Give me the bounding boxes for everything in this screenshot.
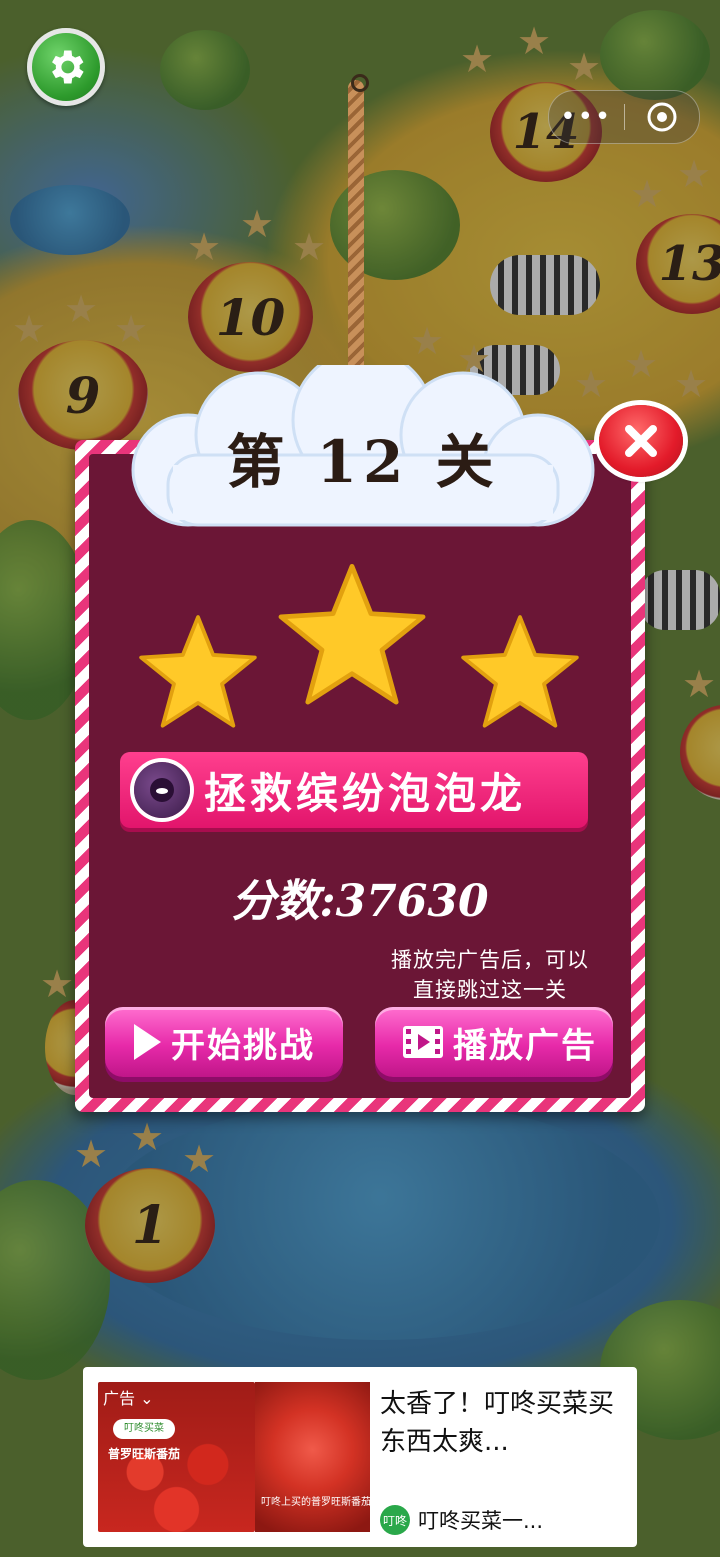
rating-star-2-icon	[278, 563, 426, 705]
avatar	[134, 762, 190, 818]
close-button[interactable]	[599, 405, 683, 477]
ad-caption: 叮咚上买的普罗旺斯番茄	[261, 1497, 371, 1508]
skip-hint: 播放完广告后，可以 直接跳过这一关	[360, 945, 620, 1005]
gear-icon	[52, 50, 84, 84]
ad-source-logo: 叮咚	[380, 1505, 410, 1535]
player-nickname: 拯救缤纷泡泡龙	[204, 768, 527, 818]
skip-hint-line-1: 播放完广告后，可以	[391, 948, 589, 972]
skip-hint-line-2: 直接跳过这一关	[413, 978, 567, 1002]
target-icon	[647, 102, 677, 132]
ad-source-name: 叮咚买菜一...	[418, 1509, 544, 1533]
ad-brand-badge: 叮咚买菜	[113, 1419, 175, 1439]
more-menu-button[interactable]: •••	[549, 102, 624, 132]
rating-star-1-icon	[139, 615, 257, 728]
ad-tag[interactable]: 广告 ⌄	[103, 1385, 154, 1409]
play-ad-label: 播放广告	[453, 1025, 597, 1066]
play-icon	[131, 1022, 163, 1062]
avatar-icon	[150, 778, 174, 802]
mini-program-capsule: •••	[548, 90, 700, 144]
play-ad-button[interactable]: 播放广告	[375, 1007, 613, 1077]
exit-button[interactable]	[625, 100, 700, 134]
settings-button[interactable]	[27, 28, 105, 106]
player-info-bar: 拯救缤纷泡泡龙	[120, 752, 588, 828]
start-challenge-label: 开始挑战	[171, 1025, 315, 1066]
rating-star-3-icon	[461, 615, 579, 728]
level-title: 第 12 关	[226, 428, 500, 496]
ad-product-text: 普罗旺斯番茄	[108, 1447, 181, 1461]
rope-ring	[351, 74, 369, 92]
start-challenge-button[interactable]: 开始挑战	[105, 1007, 343, 1077]
film-play-icon	[401, 1022, 445, 1062]
hanging-rope	[348, 80, 364, 385]
close-icon	[625, 425, 657, 457]
score-label: 分数:37630	[231, 876, 489, 927]
ad-banner[interactable]: 广告 ⌄ 叮咚买菜 普罗旺斯番茄 叮咚上买的普罗旺斯番茄 太香了！叮咚买菜买东西…	[83, 1367, 637, 1547]
ad-title[interactable]: 太香了！叮咚买菜买东西太爽...	[380, 1385, 620, 1461]
ad-image-tomato-slice	[255, 1382, 370, 1532]
ad-source[interactable]: 叮咚 叮咚买菜一...	[380, 1505, 543, 1535]
